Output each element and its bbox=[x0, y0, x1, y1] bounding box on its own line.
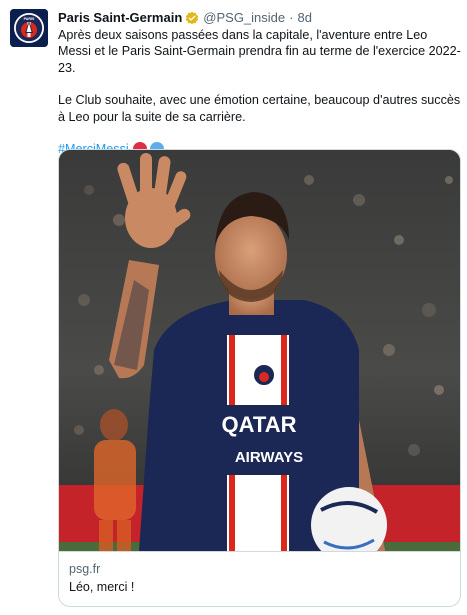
card-title[interactable]: Léo, merci ! bbox=[69, 579, 450, 595]
tweet-paragraph-2: Le Club souhaite, avec une émotion certa… bbox=[58, 93, 461, 124]
card-image[interactable]: QATAR AIRWAYS bbox=[59, 150, 460, 551]
timestamp[interactable]: 8d bbox=[297, 9, 311, 26]
tweet[interactable]: PARIS Paris Saint-Germain @PSG_inside · … bbox=[0, 0, 467, 615]
user-handle[interactable]: @PSG_inside bbox=[203, 9, 285, 26]
jersey-sponsor-line2: AIRWAYS bbox=[235, 449, 303, 466]
avatar-text: PARIS bbox=[24, 17, 35, 21]
jersey-sponsor-line1: QATAR bbox=[222, 412, 297, 437]
card-domain: psg.fr bbox=[69, 562, 101, 576]
verified-badge-icon[interactable] bbox=[185, 11, 199, 25]
tweet-header: Paris Saint-Germain @PSG_inside · 8d bbox=[58, 9, 462, 26]
tweet-text: Après deux saisons passées dans la capit… bbox=[58, 27, 462, 125]
card-footer[interactable]: psg.fr Léo, merci ! bbox=[59, 551, 460, 606]
tweet-content: Paris Saint-Germain @PSG_inside · 8d Apr… bbox=[58, 9, 462, 157]
link-card[interactable]: QATAR AIRWAYS psg.fr Léo, merci ! bbox=[58, 149, 461, 607]
tweet-paragraph-1: Après deux saisons passées dans la capit… bbox=[58, 28, 461, 75]
separator-dot: · bbox=[289, 10, 294, 25]
player-photo-image: QATAR AIRWAYS bbox=[59, 150, 460, 551]
psg-logo-icon: PARIS bbox=[10, 9, 48, 47]
display-name[interactable]: Paris Saint-Germain bbox=[58, 9, 182, 26]
avatar[interactable]: PARIS bbox=[10, 9, 48, 47]
